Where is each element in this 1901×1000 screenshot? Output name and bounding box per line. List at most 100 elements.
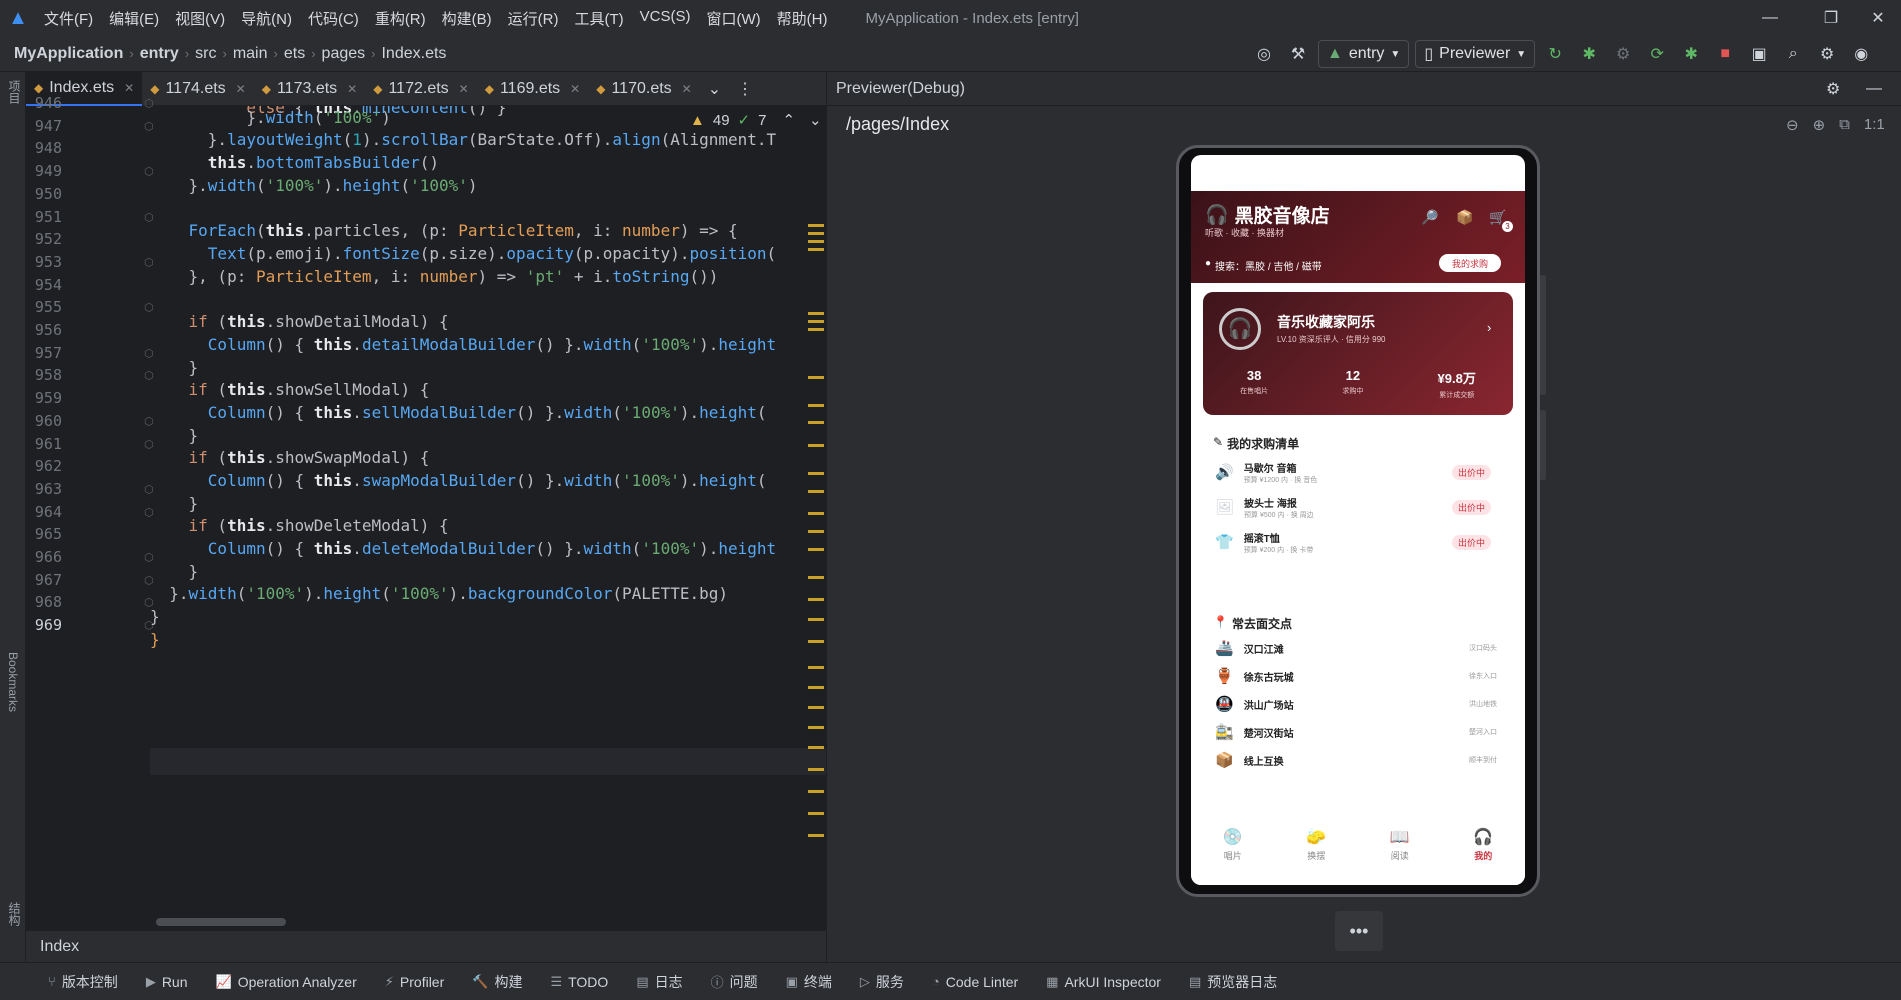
bottom-tool-3[interactable]: ⚡ Profiler [373, 974, 457, 990]
bookmarks-tool-button[interactable]: Bookmarks [6, 652, 20, 712]
menu-item[interactable]: 视图(V) [167, 8, 233, 29]
close-icon[interactable]: ✕ [682, 82, 692, 96]
warning-marker[interactable] [808, 812, 824, 815]
list-item[interactable]: 🏺 徐东古玩城 徐东入口 [1215, 661, 1505, 691]
structure-tool-button[interactable]: 结构 [6, 902, 23, 926]
error-stripe[interactable] [806, 106, 826, 930]
breadcrumb-item[interactable]: pages [322, 45, 366, 63]
warning-marker[interactable] [808, 444, 824, 447]
package-icon[interactable]: 📦 [1456, 209, 1473, 226]
bottom-tool-8[interactable]: ▣ 终端 [774, 972, 844, 992]
warning-marker[interactable] [808, 746, 824, 749]
device-select[interactable]: ▯ Previewer ▼ [1415, 40, 1536, 68]
chevron-up-icon[interactable]: ⌃ [782, 111, 795, 129]
warning-marker[interactable] [808, 472, 824, 475]
bottom-tool-11[interactable]: ▦ ArkUI Inspector [1034, 974, 1173, 990]
search-bar[interactable]: ● 搜索：黑胶 / 吉他 / 磁带 [1205, 258, 1322, 273]
menu-item[interactable]: 导航(N) [233, 8, 300, 29]
warning-marker[interactable] [808, 726, 824, 729]
debug-icon[interactable]: ✱ [1575, 40, 1603, 68]
close-icon[interactable]: ✕ [1855, 0, 1901, 36]
warning-marker[interactable] [808, 328, 824, 331]
close-icon[interactable]: ✕ [124, 81, 134, 95]
warning-marker[interactable] [808, 686, 824, 689]
bottom-tool-6[interactable]: ▤ 日志 [624, 972, 694, 992]
menu-item[interactable]: 窗口(W) [698, 8, 768, 29]
breadcrumb-item[interactable]: MyApplication [14, 45, 123, 63]
menu-item[interactable]: 构建(B) [434, 8, 500, 29]
warning-marker[interactable] [808, 404, 824, 407]
menu-item[interactable]: 文件(F) [36, 8, 101, 29]
tab-overflow-icon[interactable]: ⌄ [700, 72, 729, 106]
menu-item[interactable]: 编辑(E) [101, 8, 167, 29]
warning-marker[interactable] [808, 834, 824, 837]
warning-marker[interactable] [808, 421, 824, 424]
breadcrumb-item[interactable]: ets [284, 45, 305, 63]
gear-icon[interactable]: ⚙ [1826, 79, 1840, 99]
reload-icon[interactable]: ⟳ [1643, 40, 1671, 68]
list-item[interactable]: 🔊 马歇尔 音箱 预算 ¥1200 内 · 换 音色 出价中 [1215, 457, 1505, 487]
minimize-panel-icon[interactable]: — [1866, 80, 1882, 98]
warning-marker[interactable] [808, 320, 824, 323]
menu-item[interactable]: 帮助(H) [769, 8, 836, 29]
profile-icon[interactable]: ✱ [1677, 40, 1705, 68]
tab-1169[interactable]: ◆ 1169.ets ✕ [477, 72, 589, 106]
list-item[interactable]: 🚢 汉口江滩 汉口码头 [1215, 633, 1505, 663]
menu-item[interactable]: 重构(R) [367, 8, 434, 29]
module-select[interactable]: ▲ entry ▼ [1318, 40, 1410, 68]
maximize-icon[interactable]: ❐ [1808, 0, 1854, 36]
more-options-button[interactable]: ••• [1335, 911, 1383, 951]
my-requests-button[interactable]: 我的求购 [1439, 254, 1501, 272]
warning-marker[interactable] [808, 598, 824, 601]
bottom-tool-2[interactable]: 📈 Operation Analyzer [204, 974, 369, 990]
bottom-tool-7[interactable]: ⓘ 问题 [699, 972, 770, 992]
breadcrumb-item[interactable]: src [195, 45, 216, 63]
close-icon[interactable]: ✕ [459, 82, 469, 96]
close-icon[interactable]: ✕ [347, 82, 357, 96]
zoom-in-icon[interactable]: ⊕ [1813, 116, 1826, 134]
close-icon[interactable]: ✕ [236, 82, 246, 96]
warning-marker[interactable] [808, 576, 824, 579]
nav-disc[interactable]: 💿 唱片 [1223, 827, 1243, 862]
magnifier-icon[interactable]: 🔎 [1421, 209, 1438, 226]
zoom-out-icon[interactable]: ⊖ [1786, 116, 1799, 134]
rerun-icon[interactable]: ↻ [1541, 40, 1569, 68]
warning-marker[interactable] [808, 640, 824, 643]
breadcrumb-item[interactable]: entry [140, 45, 179, 63]
nav-swap[interactable]: 🧽 换摆 [1306, 827, 1326, 862]
warning-marker[interactable] [808, 376, 824, 379]
attach-icon[interactable]: ⚙ [1609, 40, 1637, 68]
tab-1172[interactable]: ◆ 1172.ets ✕ [365, 72, 477, 106]
target-icon[interactable]: ◎ [1250, 40, 1278, 68]
nav-headphone[interactable]: 🎧 我的 [1473, 827, 1493, 862]
menu-item[interactable]: 工具(T) [566, 8, 631, 29]
app-screen[interactable]: 🎧 黑胶音像店 听歌 · 收藏 · 换器材 🔎 📦 🛒 3 ● 搜索：黑胶 / 吉他… [1191, 155, 1525, 885]
warning-marker[interactable] [808, 512, 824, 515]
minimize-icon[interactable]: — [1747, 0, 1793, 36]
close-icon[interactable]: ✕ [570, 82, 580, 96]
search-icon[interactable]: ⌕ [1779, 40, 1807, 68]
warning-marker[interactable] [808, 706, 824, 709]
bottom-tool-1[interactable]: ▶ Run [134, 974, 200, 990]
tab-1173[interactable]: ◆ 1173.ets ✕ [254, 72, 366, 106]
nav-book[interactable]: 📖 阅读 [1390, 827, 1410, 862]
inspection-widget[interactable]: ▲ 49 ✓ 7 ⌃ ⌄ [690, 111, 822, 130]
list-item[interactable]: 🚇 洪山广场站 洪山地铁 [1215, 689, 1505, 719]
list-item[interactable]: 👕 摇滚T恤 预算 ¥200 内 · 换 卡带 出价中 [1215, 527, 1505, 557]
list-item[interactable]: 📦 线上互换 顺丰到付 [1215, 745, 1505, 775]
tab-1170[interactable]: ◆ 1170.ets ✕ [588, 72, 700, 106]
hammer-icon[interactable]: ⚒ [1284, 40, 1312, 68]
device-manager-icon[interactable]: ▣ [1745, 40, 1773, 68]
bottom-tool-10[interactable]: ◔ Code Linter [920, 974, 1030, 990]
breadcrumb-item[interactable]: main [233, 45, 268, 63]
warning-marker[interactable] [808, 548, 824, 551]
warning-marker[interactable] [808, 618, 824, 621]
list-item[interactable]: 🖼 披头士 海报 预算 ¥500 内 · 换 周边 出价中 [1215, 492, 1505, 522]
stop-icon[interactable]: ■ [1711, 40, 1739, 68]
menu-item[interactable]: 运行(R) [500, 8, 567, 29]
warning-marker[interactable] [808, 790, 824, 793]
bottom-tool-0[interactable]: ⑂ 版本控制 [36, 972, 130, 992]
bottom-tool-12[interactable]: ▤ 预览器日志 [1177, 972, 1289, 992]
menu-item[interactable]: VCS(S) [632, 8, 699, 29]
profile-card[interactable]: 🎧 音乐收藏家阿乐 LV.10 资深乐评人 · 信用分 990 › 38 在售唱片… [1203, 292, 1513, 415]
